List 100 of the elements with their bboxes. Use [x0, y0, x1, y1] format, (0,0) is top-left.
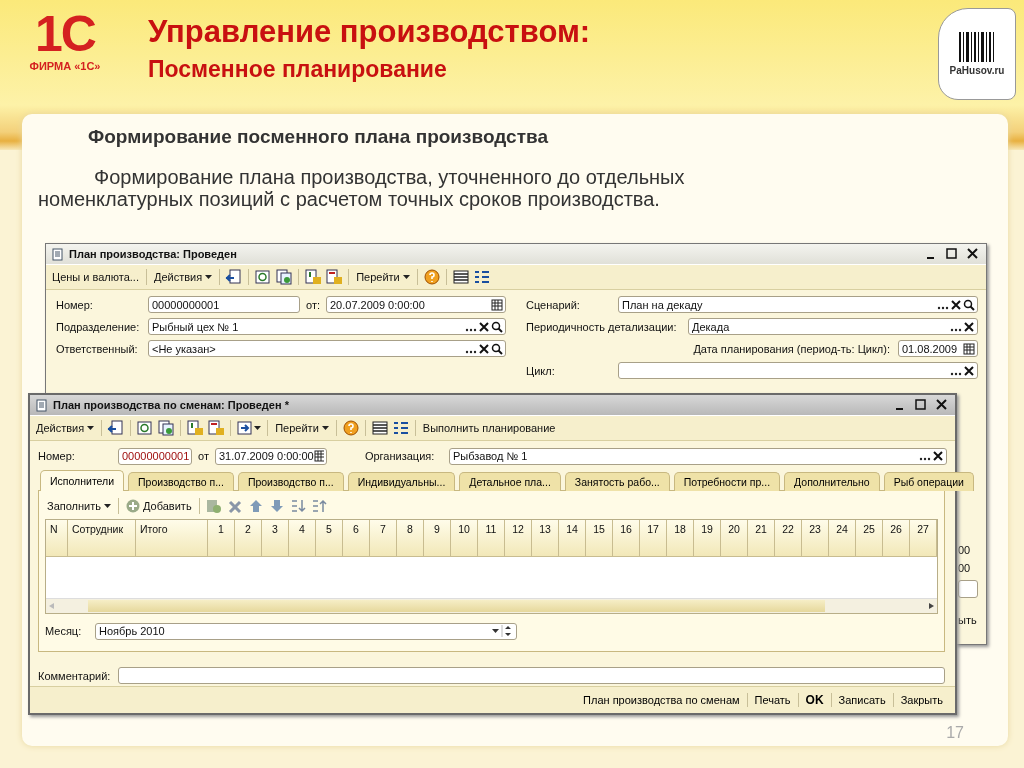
help-icon[interactable] — [422, 269, 441, 285]
tab[interactable]: Производство п... — [128, 472, 234, 491]
tab[interactable]: Производство п... — [237, 472, 344, 491]
clear-icon[interactable] — [478, 342, 490, 355]
column-header[interactable]: 25 — [856, 520, 883, 556]
copy-icon[interactable] — [275, 269, 294, 285]
refresh-icon[interactable] — [136, 420, 155, 436]
column-header[interactable]: 19 — [694, 520, 721, 556]
column-header[interactable]: 1 — [208, 520, 235, 556]
column-header[interactable]: 3 — [262, 520, 289, 556]
calendar-icon[interactable] — [313, 450, 324, 462]
text-field[interactable]: Рыбный цех № 1 — [148, 318, 506, 335]
column-header[interactable]: 24 — [829, 520, 856, 556]
dropdown-spinner-icon[interactable] — [490, 624, 514, 638]
column-header[interactable]: 23 — [802, 520, 829, 556]
column-header[interactable]: Сотрудник — [68, 520, 136, 556]
tab[interactable]: Исполнители — [40, 470, 125, 491]
column-header[interactable]: 7 — [370, 520, 397, 556]
tab[interactable]: Занятость рабо... — [564, 472, 670, 491]
column-header[interactable]: 4 — [289, 520, 316, 556]
footer-button[interactable]: План производства по сменам — [581, 694, 742, 706]
column-header[interactable]: 12 — [505, 520, 532, 556]
toolbar-button[interactable]: Цены и валюта... — [50, 270, 141, 284]
document-arrow-icon[interactable] — [225, 269, 244, 285]
column-header[interactable]: 14 — [559, 520, 586, 556]
window-controls-icon[interactable] — [893, 399, 947, 411]
column-header[interactable]: 17 — [640, 520, 667, 556]
tab[interactable]: Дополнительно — [784, 472, 880, 491]
text-field[interactable] — [618, 362, 978, 379]
arrow-menu-icon[interactable] — [236, 420, 263, 436]
comment-field[interactable] — [118, 667, 945, 684]
toolbar-button[interactable]: Перейти — [354, 270, 412, 284]
text-field[interactable]: План на декаду — [618, 296, 978, 313]
window-controls-icon[interactable] — [924, 248, 978, 260]
column-header[interactable]: 16 — [613, 520, 640, 556]
list-icon[interactable] — [370, 420, 389, 436]
text-field[interactable]: 01.08.2009 — [898, 340, 978, 357]
document-arrow-icon[interactable] — [107, 420, 126, 436]
search-icon[interactable] — [963, 298, 975, 311]
date-field[interactable]: 31.07.2009 0:00:00 — [214, 447, 327, 465]
text-field[interactable]: Рыбзавод № 1 — [448, 447, 947, 465]
column-header[interactable]: 26 — [883, 520, 910, 556]
tab[interactable]: Потребности пр... — [673, 472, 781, 491]
toolbar-button[interactable]: Выполнить планирование — [420, 421, 558, 435]
footer-button[interactable]: OK — [803, 693, 826, 707]
text-field[interactable] — [958, 580, 978, 598]
checklist-icon[interactable] — [472, 269, 491, 285]
tab[interactable]: Рыб операции — [883, 472, 974, 491]
calendar-icon[interactable] — [963, 342, 975, 355]
search-icon[interactable] — [491, 342, 503, 355]
document-remove-icon[interactable] — [325, 269, 344, 285]
document-add-icon[interactable] — [186, 420, 205, 436]
column-header[interactable]: 8 — [397, 520, 424, 556]
footer-button[interactable]: Записать — [836, 694, 888, 706]
text-field[interactable]: <Не указан> — [148, 340, 506, 357]
clear-icon[interactable] — [932, 450, 944, 462]
horizontal-scrollbar[interactable] — [46, 598, 937, 613]
column-header[interactable]: 18 — [667, 520, 694, 556]
document-add-icon[interactable] — [304, 269, 323, 285]
column-header[interactable]: 22 — [775, 520, 802, 556]
column-header[interactable]: 15 — [586, 520, 613, 556]
copy-icon[interactable] — [157, 420, 176, 436]
text-field[interactable]: Декада — [688, 318, 978, 335]
clear-icon[interactable] — [963, 364, 975, 377]
toolbar-button[interactable]: Действия — [34, 421, 97, 435]
dropdown-field[interactable]: Ноябрь 2010 — [95, 622, 517, 640]
column-header[interactable]: N — [46, 520, 68, 556]
footer-button[interactable]: Печать — [752, 694, 793, 706]
column-header[interactable]: 6 — [343, 520, 370, 556]
clear-icon[interactable] — [963, 320, 975, 333]
clear-icon[interactable] — [478, 320, 490, 333]
column-header[interactable]: 11 — [478, 520, 505, 556]
document-remove-icon[interactable] — [207, 420, 226, 436]
column-header[interactable]: 21 — [748, 520, 775, 556]
footer-button[interactable]: Закрыть — [898, 694, 945, 706]
footer-button[interactable]: ыть — [958, 614, 977, 626]
column-header[interactable]: 5 — [316, 520, 343, 556]
toolbar-button[interactable]: Действия — [151, 270, 215, 284]
refresh-icon[interactable] — [254, 269, 273, 285]
column-header[interactable]: 20 — [721, 520, 748, 556]
list-icon[interactable] — [451, 269, 470, 285]
column-header[interactable]: 10 — [451, 520, 478, 556]
toolbar-button[interactable]: Перейти — [273, 421, 331, 435]
tab[interactable]: Детальное пла... — [459, 472, 561, 491]
search-icon[interactable] — [491, 320, 503, 333]
help-icon[interactable] — [341, 420, 360, 436]
column-header[interactable]: 9 — [424, 520, 451, 556]
column-header[interactable]: Итого — [136, 520, 208, 556]
calendar-icon[interactable] — [491, 298, 503, 311]
column-header[interactable]: 13 — [532, 520, 559, 556]
column-header[interactable]: 27 — [910, 520, 937, 556]
text-field[interactable]: 00000000001 — [118, 447, 192, 465]
checklist-icon[interactable] — [391, 420, 410, 436]
tab[interactable]: Индивидуальны... — [347, 472, 456, 491]
toolbar-button[interactable]: Заполнить — [45, 499, 113, 513]
column-header[interactable]: 2 — [235, 520, 262, 556]
date-field[interactable]: 20.07.2009 0:00:00 — [326, 296, 506, 313]
clear-icon[interactable] — [950, 298, 962, 311]
text-field[interactable]: 00000000001 — [148, 296, 300, 313]
toolbar-button[interactable]: Добавить — [124, 498, 194, 514]
